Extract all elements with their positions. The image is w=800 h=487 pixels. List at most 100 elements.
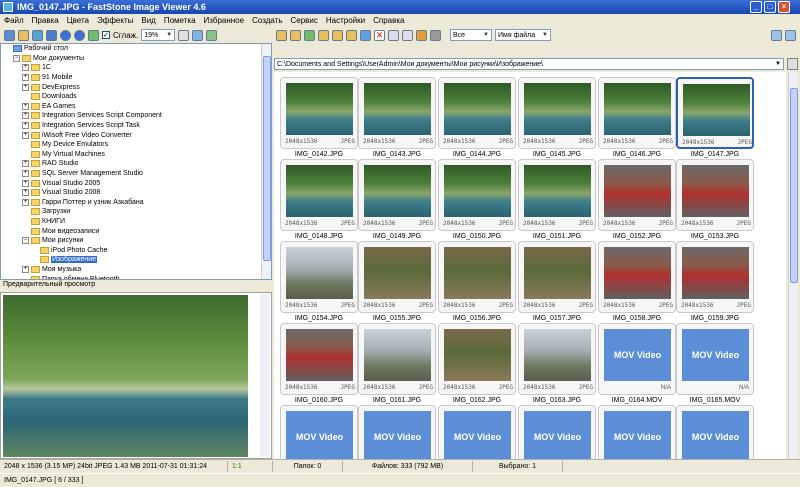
up-folder-icon[interactable]	[304, 29, 315, 41]
expand-icon[interactable]: +	[22, 170, 29, 178]
back-folder-icon[interactable]	[276, 29, 287, 41]
tree-item[interactable]: Изображение	[1, 255, 271, 265]
thumbnail-item[interactable]: 2048x1536 JPEG IMG_0154.JPG	[280, 241, 358, 325]
zoom-ratio[interactable]: 1:1	[228, 460, 273, 472]
tree-item[interactable]: Downloads	[1, 92, 271, 102]
menu-tools[interactable]: Сервис	[290, 16, 317, 25]
thumbnail-card[interactable]: MOV Video	[280, 405, 358, 459]
tree-item[interactable]: + DevExpress	[1, 82, 271, 92]
tree-item[interactable]: + Моя музыка	[1, 265, 271, 275]
thumbnail-item[interactable]: MOV Video	[438, 405, 516, 459]
tree-item[interactable]: Загрузки	[1, 207, 271, 217]
tree-item[interactable]: КНИГИ	[1, 217, 271, 227]
menu-settings[interactable]: Настройки	[326, 16, 365, 25]
thumbnail-item[interactable]: MOV Video	[280, 405, 358, 459]
thumbnail-item[interactable]: 2048x1536 JPEG IMG_0153.JPG	[676, 159, 754, 243]
thumbnail-scrollbar[interactable]	[788, 72, 798, 459]
thumbnail-item[interactable]: 2048x1536 JPEG IMG_0143.JPG	[358, 77, 436, 161]
expand-icon[interactable]: +	[22, 131, 29, 139]
thumbnail-item[interactable]: MOV Video N/A IMG_0165.MOV	[676, 323, 754, 407]
expand-icon[interactable]: +	[22, 112, 29, 120]
thumbnail-item[interactable]: 2048x1536 JPEG IMG_0145.JPG	[518, 77, 596, 161]
thumbnail-item[interactable]: 2048x1536 JPEG IMG_0147.JPG	[676, 77, 754, 161]
collapse-icon[interactable]: −	[13, 54, 20, 62]
thumbnail-item[interactable]: 2048x1536 JPEG IMG_0157.JPG	[518, 241, 596, 325]
thumbnail-item[interactable]: 2048x1536 JPEG IMG_0146.JPG	[598, 77, 676, 161]
thumbnail-item[interactable]: 2048x1536 JPEG IMG_0160.JPG	[280, 323, 358, 407]
thumbnail-item[interactable]: 2048x1536 JPEG IMG_0144.JPG	[438, 77, 516, 161]
expand-icon[interactable]: +	[22, 64, 29, 72]
close-button[interactable]: ×	[778, 1, 790, 13]
thumbnail-card[interactable]: 2048x1536 JPEG	[676, 159, 754, 231]
filter-select[interactable]: Все ▼	[450, 29, 492, 41]
thumbnail-card[interactable]: 2048x1536 JPEG	[358, 159, 436, 231]
tree-item[interactable]: +91 Mobile	[1, 73, 271, 83]
back-icon[interactable]	[60, 29, 71, 41]
menu-tag[interactable]: Пометка	[164, 16, 196, 25]
menu-effects[interactable]: Эффекты	[97, 16, 133, 25]
tree-item[interactable]: + SQL Server Management Studio	[1, 169, 271, 179]
thumbnail-card[interactable]: 2048x1536 JPEG	[438, 323, 516, 395]
tree-item[interactable]: +1C	[1, 63, 271, 73]
expand-icon[interactable]: +	[22, 122, 29, 130]
thumbnail-item[interactable]: 2048x1536 JPEG IMG_0150.JPG	[438, 159, 516, 243]
thumbnail-card[interactable]: 2048x1536 JPEG	[358, 323, 436, 395]
tree-scrollbar[interactable]	[261, 44, 271, 279]
tree-item[interactable]: iPod Photo Cache	[1, 245, 271, 255]
thumbnail-item[interactable]: 2048x1536 JPEG IMG_0159.JPG	[676, 241, 754, 325]
save-icon[interactable]	[32, 29, 43, 41]
thumbnail-card[interactable]: MOV Video	[676, 405, 754, 459]
expand-icon[interactable]: +	[22, 102, 29, 110]
zoom-select[interactable]: 19% ▼	[141, 29, 176, 41]
move-icon[interactable]	[346, 29, 357, 41]
forward-folder-icon[interactable]	[290, 29, 301, 41]
menu-file[interactable]: Файл	[4, 16, 24, 25]
thumbnail-card[interactable]: 2048x1536 JPEG	[598, 77, 676, 149]
expand-icon[interactable]: +	[22, 83, 29, 91]
copy-icon[interactable]	[332, 29, 343, 41]
tree-item[interactable]: + Integration Services Script Task	[1, 121, 271, 131]
thumbnail-item[interactable]: MOV Video N/A IMG_0164.MOV	[598, 323, 676, 407]
thumbnail-item[interactable]: 2048x1536 JPEG IMG_0149.JPG	[358, 159, 436, 243]
thumbnail-size-icon[interactable]	[402, 29, 413, 41]
tree-item[interactable]: + iWisoft Free Video Converter	[1, 130, 271, 140]
thumbnail-card[interactable]: 2048x1536 JPEG	[518, 241, 596, 313]
sort-select[interactable]: Имя файла ▼	[495, 29, 551, 41]
thumbnail-card[interactable]: 2048x1536 JPEG	[518, 323, 596, 395]
thumbnail-item[interactable]: 2048x1536 JPEG IMG_0158.JPG	[598, 241, 676, 325]
thumbnail-item[interactable]: 2048x1536 JPEG IMG_0142.JPG	[280, 77, 358, 161]
minimize-button[interactable]: _	[750, 1, 762, 13]
print-icon[interactable]	[430, 29, 441, 41]
thumbnail-item[interactable]: 2048x1536 JPEG IMG_0162.JPG	[438, 323, 516, 407]
thumbnail-scrollbar-thumb[interactable]	[790, 88, 798, 283]
thumbnail-item[interactable]: 2048x1536 JPEG IMG_0155.JPG	[358, 241, 436, 325]
thumbnail-card[interactable]: MOV Video	[598, 405, 676, 459]
save-as-icon[interactable]	[46, 29, 57, 41]
thumbnail-item[interactable]: 2048x1536 JPEG IMG_0152.JPG	[598, 159, 676, 243]
thumbnail-card[interactable]: 2048x1536 JPEG	[438, 241, 516, 313]
thumbnail-card[interactable]: 2048x1536 JPEG	[280, 159, 358, 231]
email-icon[interactable]	[416, 29, 427, 41]
fullscreen-icon[interactable]	[192, 29, 204, 41]
thumbnail-item[interactable]: MOV Video	[676, 405, 754, 459]
fit-icon[interactable]	[206, 29, 218, 41]
expand-icon[interactable]: +	[22, 198, 29, 206]
thumbnail-item[interactable]: 2048x1536 JPEG IMG_0156.JPG	[438, 241, 516, 325]
thumbnail-card[interactable]: MOV Video N/A	[598, 323, 676, 395]
thumbnail-card[interactable]: MOV Video	[518, 405, 596, 459]
menu-help[interactable]: Справка	[373, 16, 404, 25]
tree-item[interactable]: + EA Games	[1, 102, 271, 112]
thumbnail-card[interactable]: 2048x1536 JPEG	[518, 77, 596, 149]
menu-edit[interactable]: Правка	[32, 16, 59, 25]
tree-item[interactable]: Мои видеозаписи	[1, 226, 271, 236]
thumbnail-card[interactable]: 2048x1536 JPEG	[280, 241, 358, 313]
menu-colors[interactable]: Цвета	[67, 16, 89, 25]
tree-item[interactable]: Рабочий стол	[1, 44, 271, 54]
thumbnail-item[interactable]: 2048x1536 JPEG IMG_0148.JPG	[280, 159, 358, 243]
tree-item[interactable]: − Мои документы	[1, 54, 271, 64]
new-folder-icon[interactable]	[318, 29, 329, 41]
thumbnail-card[interactable]: 2048x1536 JPEG	[598, 159, 676, 231]
preview-scrollbar[interactable]	[260, 294, 270, 457]
thumbnail-card[interactable]: 2048x1536 JPEG	[438, 77, 516, 149]
thumbnail-card[interactable]: MOV Video N/A	[676, 323, 754, 395]
